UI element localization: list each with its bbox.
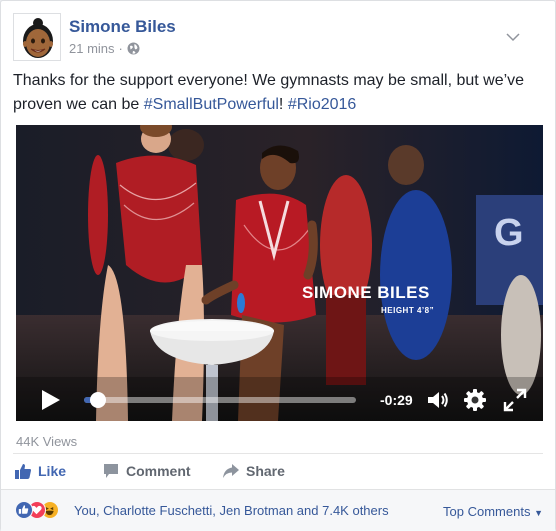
like-reaction-icon <box>15 501 33 519</box>
avatar[interactable] <box>13 13 61 61</box>
author-name[interactable]: Simone Biles <box>69 17 176 37</box>
avatar-emoji-icon <box>14 14 60 60</box>
thumbs-up-icon <box>15 464 31 479</box>
post-text-between: ! <box>278 96 288 113</box>
video-progress-bar[interactable] <box>84 392 356 408</box>
share-button[interactable]: Share <box>223 463 285 479</box>
video-controls: -0:29 <box>16 377 543 421</box>
top-comments-label: Top Comments <box>443 504 531 519</box>
post-text: Thanks for the support everyone! We gymn… <box>13 69 543 117</box>
post-header: Simone Biles 21 mins · <box>13 13 533 61</box>
comment-icon <box>104 464 118 478</box>
share-arrow-icon <box>223 464 239 478</box>
like-button[interactable]: Like <box>15 463 66 479</box>
reaction-icons[interactable] <box>15 501 75 521</box>
fullscreen-icon[interactable] <box>503 388 527 412</box>
comment-button[interactable]: Comment <box>103 463 191 479</box>
reactors-summary[interactable]: You, Charlotte Fuschetti, Jen Brotman an… <box>74 503 389 518</box>
reactions-bar: You, Charlotte Fuschetti, Jen Brotman an… <box>1 489 555 531</box>
meta-separator: · <box>118 41 123 56</box>
video-progress-knob[interactable] <box>89 392 106 408</box>
volume-icon[interactable] <box>426 388 450 412</box>
globe-icon[interactable] <box>127 42 140 55</box>
chevron-down-icon[interactable] <box>505 29 521 45</box>
action-bar: Like Comment Share <box>13 453 543 487</box>
hashtag-rio2016[interactable]: #Rio2016 <box>288 96 357 113</box>
video-time-remaining: -0:29 <box>380 392 413 408</box>
like-label: Like <box>38 463 67 479</box>
video-player[interactable]: G SIMONE BILES HEIGHT 4’8” -0:29 <box>16 125 543 421</box>
share-label: Share <box>246 463 285 479</box>
gear-icon[interactable] <box>463 388 487 412</box>
view-count[interactable]: 44K Views <box>16 434 77 449</box>
overlay-athlete-height: HEIGHT 4’8” <box>381 306 435 315</box>
comment-label: Comment <box>126 463 191 479</box>
play-icon[interactable] <box>42 390 60 410</box>
caret-down-icon: ▼ <box>534 508 543 518</box>
post-timestamp[interactable]: 21 mins <box>69 41 115 56</box>
top-comments-dropdown[interactable]: Top Comments ▼ <box>443 504 543 519</box>
post-meta: 21 mins · <box>69 41 140 56</box>
post-card: Simone Biles 21 mins · Thanks for the su… <box>0 0 556 531</box>
overlay-athlete-name: SIMONE BILES <box>302 283 430 302</box>
svg-text:G: G <box>494 212 524 254</box>
hashtag-smallbutpowerful[interactable]: #SmallButPowerful <box>144 96 279 113</box>
